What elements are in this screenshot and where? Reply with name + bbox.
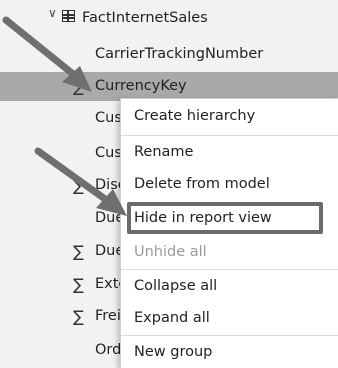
menu-item-collapse-all[interactable]: Collapse all bbox=[121, 271, 338, 301]
table-icon bbox=[62, 10, 75, 22]
menu-item-unhide-all: Unhide all bbox=[134, 244, 207, 260]
menu-item-create-hierarchy[interactable]: Create hierarchy bbox=[121, 101, 338, 131]
context-menu: Create hierarchy Rename Delete from mode… bbox=[120, 98, 338, 368]
chevron-down-icon[interactable]: ∨ bbox=[48, 7, 60, 19]
field-label: CurrencyKey bbox=[95, 78, 187, 94]
menu-separator bbox=[121, 335, 338, 336]
field-label: Ord bbox=[95, 342, 122, 358]
table-name-label: FactInternetSales bbox=[82, 10, 208, 26]
highlight-box bbox=[127, 202, 323, 234]
field-label: Frei bbox=[95, 308, 121, 324]
sigma-icon: ∑ bbox=[73, 307, 84, 326]
menu-item-new-group[interactable]: New group bbox=[121, 337, 338, 367]
field-label: CarrierTrackingNumber bbox=[95, 46, 264, 62]
field-label: Cus bbox=[95, 145, 122, 161]
menu-separator bbox=[121, 135, 338, 136]
sigma-icon: ∑ bbox=[73, 242, 84, 261]
menu-separator bbox=[121, 269, 338, 270]
sigma-icon: ∑ bbox=[73, 176, 84, 195]
field-row-carriertrackingnumber[interactable]: CarrierTrackingNumber bbox=[0, 40, 338, 69]
sigma-icon: ∑ bbox=[73, 275, 84, 294]
table-node-factinternetsales[interactable]: ∨ FactInternetSales bbox=[0, 4, 338, 33]
field-label: Cus bbox=[95, 110, 122, 126]
menu-item-rename[interactable]: Rename bbox=[121, 137, 338, 167]
sigma-icon: ∑ bbox=[73, 77, 84, 96]
field-row-currencykey[interactable]: ∑ CurrencyKey bbox=[0, 72, 338, 101]
menu-item-delete-from-model[interactable]: Delete from model bbox=[121, 169, 338, 199]
menu-item-expand-all[interactable]: Expand all bbox=[121, 303, 338, 333]
